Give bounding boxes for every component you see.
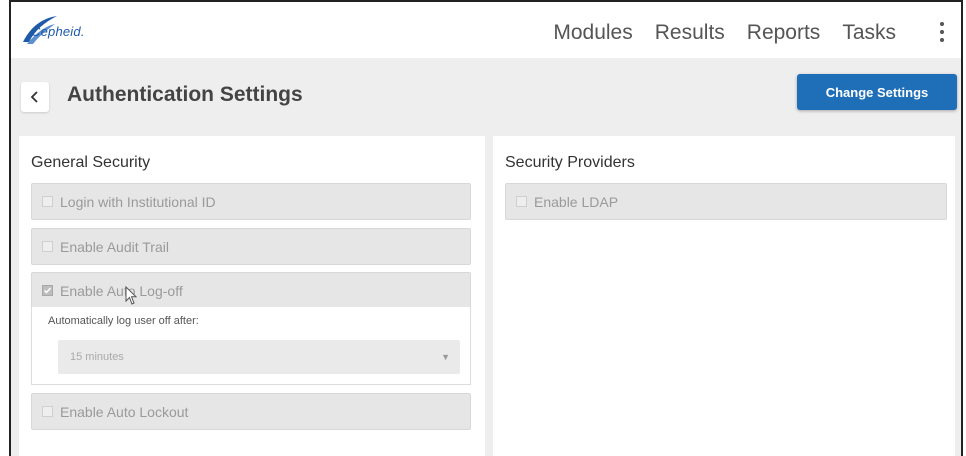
- option-enable-auto-lockout[interactable]: Enable Auto Lockout: [31, 393, 471, 430]
- more-menu-icon[interactable]: [937, 22, 947, 44]
- option-enable-audit-trail[interactable]: Enable Audit Trail: [31, 228, 471, 265]
- option-label: Login with Institutional ID: [60, 193, 216, 210]
- select-value: 15 minutes: [70, 351, 124, 363]
- checkbox[interactable]: [42, 196, 53, 207]
- checkbox-checked[interactable]: [42, 285, 53, 296]
- general-security-panel: General Security Login with Institutiona…: [19, 136, 485, 456]
- auto-logoff-settings: Automatically log user off after: 15 min…: [31, 307, 471, 385]
- nav-results[interactable]: Results: [644, 20, 736, 46]
- check-icon: [43, 287, 52, 294]
- logo-text: Cepheid.: [31, 24, 85, 39]
- nav-tasks[interactable]: Tasks: [831, 20, 907, 46]
- chevron-left-icon: [30, 91, 38, 103]
- page-header: Authentication Settings Change Settings: [11, 58, 961, 132]
- option-enable-ldap[interactable]: Enable LDAP: [505, 183, 947, 220]
- app-window: Cepheid. Modules Results Reports Tasks A…: [9, 0, 963, 456]
- back-button[interactable]: [21, 82, 49, 112]
- page-title: Authentication Settings: [67, 83, 303, 106]
- option-enable-auto-logoff[interactable]: Enable Auto Log-off: [31, 272, 471, 309]
- caret-down-icon: ▼: [441, 352, 450, 362]
- nav-modules[interactable]: Modules: [542, 20, 643, 46]
- security-providers-title: Security Providers: [505, 154, 635, 171]
- content-area: General Security Login with Institutiona…: [11, 132, 961, 456]
- option-login-institutional-id[interactable]: Login with Institutional ID: [31, 183, 471, 220]
- option-label: Enable LDAP: [534, 193, 619, 210]
- mouse-cursor-icon: [125, 286, 138, 305]
- auto-logoff-duration-select[interactable]: 15 minutes ▼: [58, 340, 460, 374]
- general-security-title: General Security: [31, 154, 151, 171]
- main-nav: Modules Results Reports Tasks: [542, 20, 907, 46]
- checkbox[interactable]: [42, 241, 53, 252]
- checkbox[interactable]: [42, 406, 53, 417]
- option-label: Enable Auto Lockout: [60, 403, 189, 420]
- checkbox[interactable]: [516, 196, 527, 207]
- option-label: Enable Audit Trail: [60, 238, 169, 255]
- security-providers-panel: Security Providers Enable LDAP: [493, 136, 955, 456]
- auto-logoff-label: Automatically log user off after:: [48, 315, 199, 327]
- nav-reports[interactable]: Reports: [736, 20, 832, 46]
- top-nav-bar: Cepheid. Modules Results Reports Tasks: [11, 2, 961, 58]
- change-settings-button[interactable]: Change Settings: [797, 74, 957, 110]
- option-label: Enable Auto Log-off: [60, 282, 183, 299]
